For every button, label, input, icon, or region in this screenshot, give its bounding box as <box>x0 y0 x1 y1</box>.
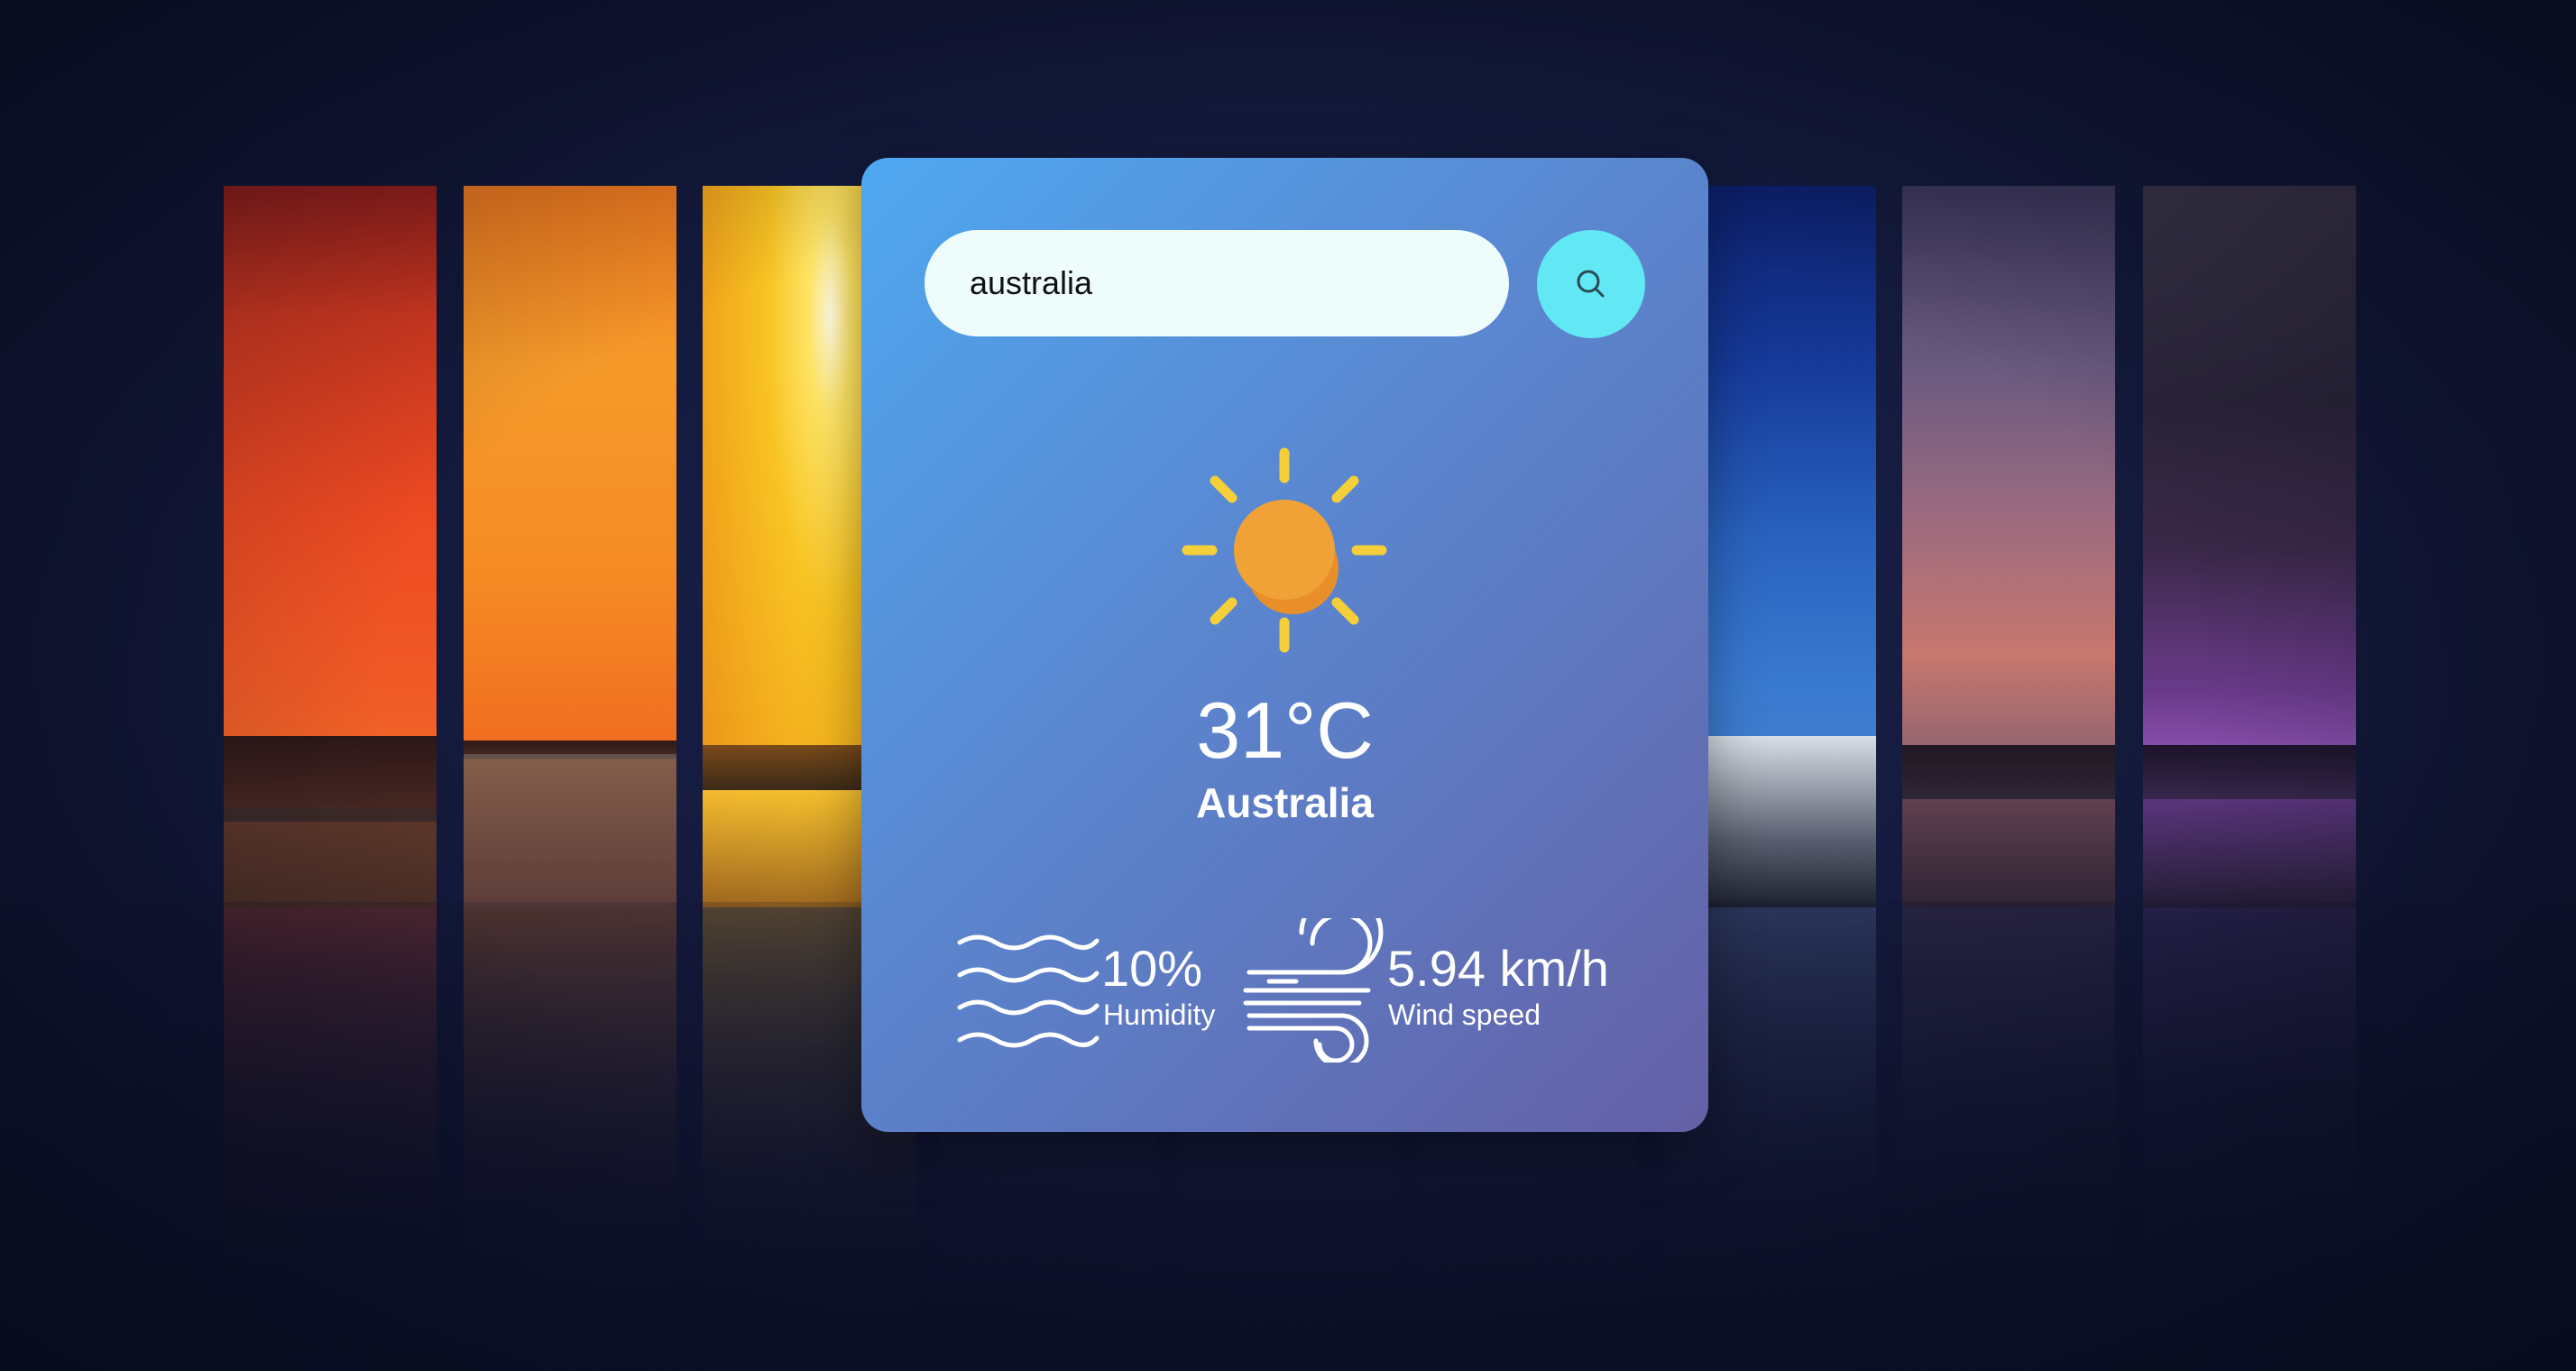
wind-speed-value: 5.94 km/h <box>1387 940 1609 997</box>
search-icon <box>1577 270 1605 298</box>
humidity-value: 10% <box>1101 940 1203 997</box>
background-strip-sunset-orange <box>464 186 676 907</box>
background-strip-storm-violet <box>2143 186 2356 907</box>
wind-icon <box>1243 918 1384 1063</box>
sun-icon <box>1182 447 1387 653</box>
background-strip-sunset-red <box>224 186 437 907</box>
city-name: Australia <box>1196 779 1374 826</box>
weather-card: 31°C Australia 10% Humidity 5.94 km/h Wi… <box>861 158 1708 1132</box>
wind-speed-label: Wind speed <box>1388 998 1541 1031</box>
humidity-label: Humidity <box>1103 998 1216 1031</box>
humidity-waves-icon <box>957 934 1099 1048</box>
search-input[interactable] <box>925 230 1509 336</box>
temperature: 31°C <box>1196 686 1374 775</box>
background-strip-dusk-purple <box>1902 186 2115 907</box>
search-button[interactable] <box>1537 230 1645 338</box>
